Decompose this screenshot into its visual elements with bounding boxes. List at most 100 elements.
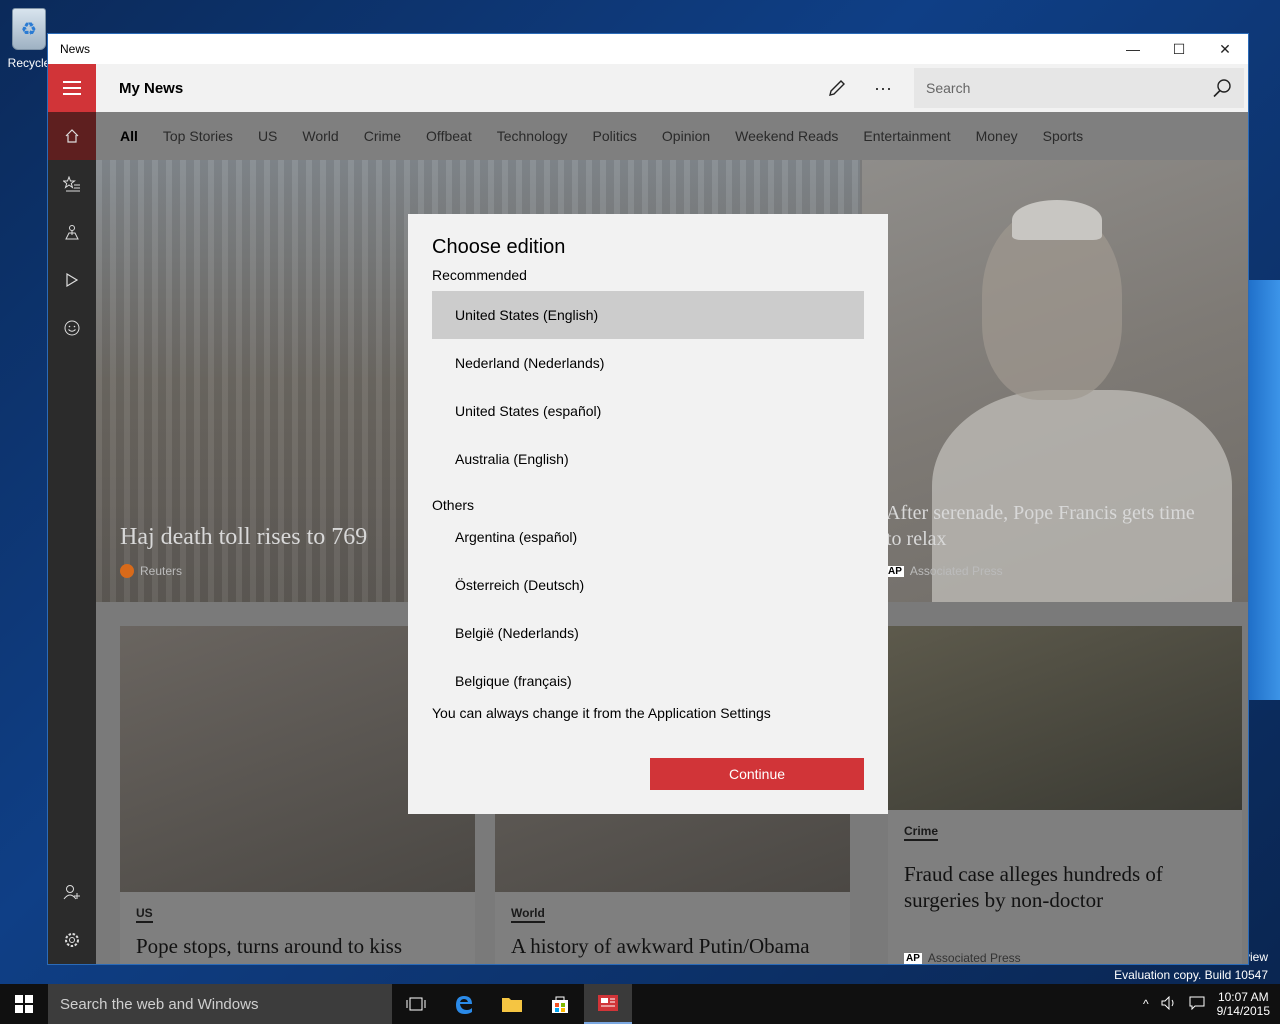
hero-image-cap [1012,200,1102,240]
sidebar-item-home[interactable] [48,112,96,160]
edition-option[interactable]: Argentina (español) [432,513,864,561]
sidebar [48,112,96,964]
tab-us[interactable]: US [258,128,277,144]
recycle-bin-icon [12,8,46,50]
hero-article-right[interactable]: After serenade, Pope Francis gets time t… [862,160,1248,602]
hero-left-source-name: Reuters [140,564,183,578]
article-headline: Fraud case alleges hundreds of surgeries… [904,862,1163,912]
article-card-crime[interactable]: Crime Fraud case alleges hundreds of sur… [888,626,1242,965]
maximize-button[interactable]: ☐ [1156,34,1202,64]
action-center-icon[interactable] [1183,996,1211,1013]
tab-world[interactable]: World [302,128,338,144]
sidebar-item-interests[interactable] [48,160,96,208]
store-button[interactable] [536,984,584,1024]
system-tray: ^ 10:07 AM 9/14/2015 [1137,984,1280,1024]
others-heading: Others [432,497,475,513]
edition-option[interactable]: Österreich (Deutsch) [432,561,864,609]
reuters-logo-icon [120,564,134,578]
app-actions: ··· [814,64,1248,112]
page-title: My News [119,79,184,97]
tab-technology[interactable]: Technology [497,128,568,144]
start-button[interactable] [0,984,48,1024]
star-list-icon [63,176,80,192]
close-button[interactable]: ✕ [1202,34,1248,64]
sidebar-item-video[interactable] [48,256,96,304]
edition-option[interactable]: United States (English) [432,291,864,339]
search-box[interactable] [914,68,1244,108]
settings-note: You can always change it from the Applic… [432,705,771,721]
local-icon [65,225,79,240]
edition-option[interactable]: United States (español) [432,387,864,435]
edition-option[interactable]: België (Nederlands) [432,609,864,657]
hero-right-source: AP Associated Press [886,564,1003,578]
edition-option[interactable]: Australia (English) [432,435,864,483]
edit-button[interactable] [814,64,860,112]
search-input[interactable] [926,80,1196,96]
article-category: Crime [904,824,939,841]
hamburger-menu-button[interactable] [48,64,96,112]
sidebar-item-local[interactable] [48,208,96,256]
tab-weekend-reads[interactable]: Weekend Reads [735,128,838,144]
article-source: AP Associated Press [904,951,1242,965]
tab-opinion[interactable]: Opinion [662,128,710,144]
continue-button[interactable]: Continue [650,758,864,790]
sidebar-item-feedback[interactable] [48,304,96,352]
volume-icon[interactable] [1155,995,1183,1013]
search-icon[interactable] [1212,78,1232,98]
edition-option[interactable]: Nederland (Nederlands) [432,339,864,387]
others-list: Argentina (español) Österreich (Deutsch)… [432,513,864,705]
file-explorer-button[interactable] [488,984,536,1024]
edge-icon [456,996,472,1014]
tab-politics[interactable]: Politics [593,128,637,144]
task-view-button[interactable] [392,984,440,1024]
clock-time: 10:07 AM [1217,990,1269,1004]
article-category: World [511,906,545,923]
play-icon [66,273,79,287]
hero-right-source-name: Associated Press [909,564,1003,578]
person-add-icon [63,885,80,900]
tab-all[interactable]: All [120,128,138,144]
window-controls: — ☐ ✕ [1110,34,1248,64]
pencil-icon [829,80,845,96]
window-title: News [60,42,91,56]
article-category: US [136,906,153,923]
minimize-button[interactable]: — [1110,34,1156,64]
hero-left-title: Haj death toll rises to 769 [120,524,368,550]
tab-crime[interactable]: Crime [364,128,401,144]
tab-top-stories[interactable]: Top Stories [163,128,233,144]
taskbar-search[interactable]: Search the web and Windows [48,984,392,1024]
show-hidden-icons-icon[interactable]: ^ [1137,997,1155,1011]
news-app-taskbar-button[interactable] [584,984,632,1024]
recommended-list: United States (English) Nederland (Neder… [432,291,864,483]
folder-icon [502,998,522,1012]
gear-icon [65,933,79,947]
tab-money[interactable]: Money [976,128,1018,144]
choose-edition-dialog: Choose edition Recommended United States… [408,214,888,814]
article-headline: A history of awkward Putin/Obama [511,934,810,958]
more-options-button[interactable]: ··· [860,64,906,112]
sidebar-item-account[interactable] [48,868,96,916]
watermark-build: Evaluation copy. Build 10547 [1114,968,1268,982]
ap-logo-icon: AP [886,565,904,577]
news-icon [598,995,618,1011]
edge-button[interactable] [440,984,488,1024]
taskbar: Search the web and Windows ^ 10:07 AM 9/… [0,984,1280,1024]
sidebar-item-settings[interactable] [48,916,96,964]
category-tabs: All Top Stories US World Crime Offbeat T… [96,112,1248,160]
title-bar[interactable]: News — ☐ ✕ [48,34,1248,64]
tab-sports[interactable]: Sports [1043,128,1083,144]
dialog-title: Choose edition [432,236,566,258]
hamburger-icon [63,81,81,83]
tab-offbeat[interactable]: Offbeat [426,128,472,144]
article-headline: Pope stops, turns around to kiss [136,934,403,958]
edition-option[interactable]: Belgique (français) [432,657,864,705]
article-source-name: Associated Press [927,951,1021,965]
article-image [888,626,1242,810]
taskbar-clock[interactable]: 10:07 AM 9/14/2015 [1211,990,1280,1018]
store-icon [552,996,568,1013]
ap-logo-icon: AP [904,952,922,964]
tab-entertainment[interactable]: Entertainment [863,128,950,144]
clock-date: 9/14/2015 [1216,1004,1270,1018]
sidebar-bottom [48,868,96,964]
recycle-bin-label: Recycle [7,56,51,70]
